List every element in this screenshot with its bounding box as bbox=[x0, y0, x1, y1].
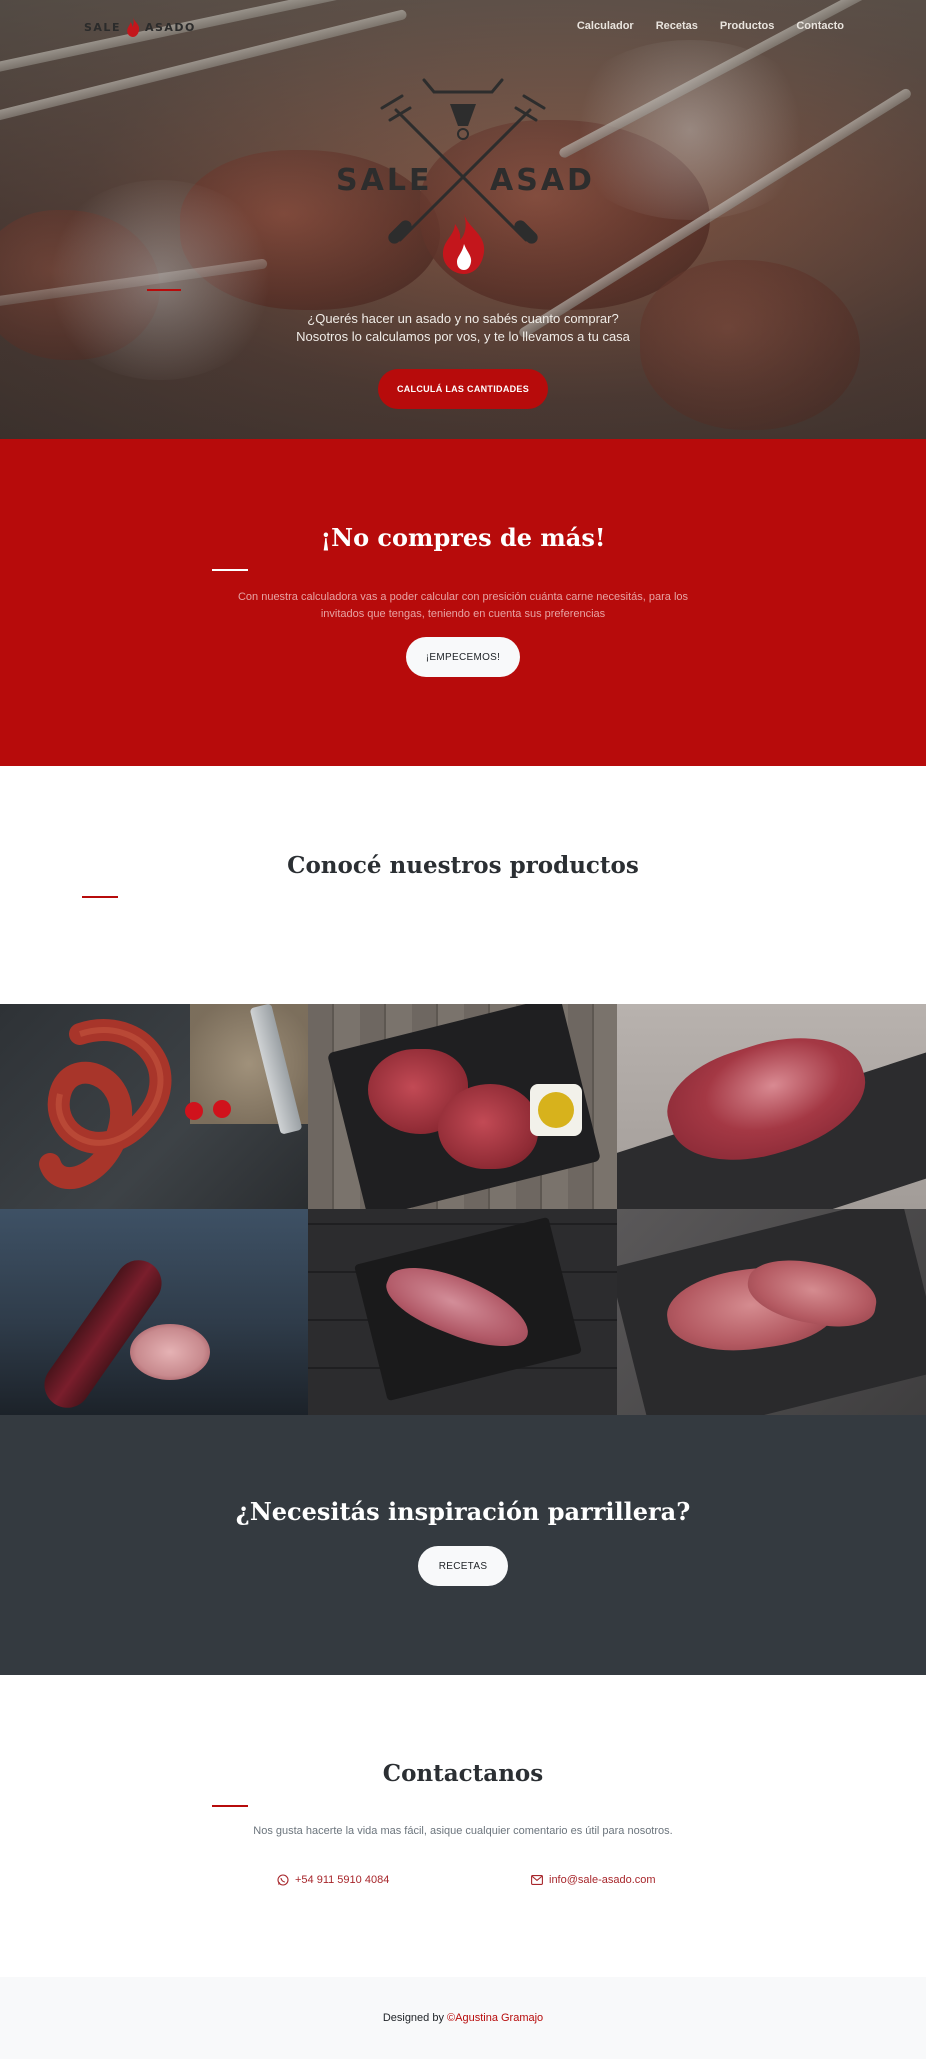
product-tile-chorizo[interactable] bbox=[0, 1004, 308, 1209]
product-tile-bife[interactable] bbox=[308, 1004, 617, 1209]
inspiration-section: ¿Necesitás inspiración parrillera? RECET… bbox=[0, 1415, 926, 1675]
section-divider bbox=[212, 1805, 248, 1807]
envelope-icon bbox=[531, 1875, 543, 1885]
product-tile-vacio[interactable] bbox=[617, 1209, 926, 1415]
chorizo-graphic bbox=[39, 1019, 172, 1190]
main-nav: Calculador Recetas Productos Contacto bbox=[577, 20, 844, 32]
section-divider bbox=[82, 896, 118, 898]
hero-line-1: ¿Querés hacer un asado y no sabés cuanto… bbox=[307, 311, 619, 326]
nav-link-recetas[interactable]: Recetas bbox=[656, 20, 698, 32]
footer-credit: Designed by ©Agustina Gramajo bbox=[0, 2012, 926, 2024]
logo-word-right: ASADO bbox=[490, 163, 596, 198]
nav-logo-right: ASADO bbox=[144, 20, 196, 34]
tomato-graphic bbox=[185, 1102, 203, 1120]
email-link[interactable]: info@sale-asado.com bbox=[531, 1874, 656, 1886]
calculator-text: Con nuestra calculadora vas a poder calc… bbox=[237, 591, 689, 620]
section-divider bbox=[212, 569, 248, 571]
products-section: Conocé nuestros productos bbox=[0, 766, 926, 1004]
phone-number: +54 911 5910 4084 bbox=[295, 1874, 390, 1886]
hero-line-2: Nosotros lo calculamos por vos, y te lo … bbox=[296, 329, 630, 344]
products-title: Conocé nuestros productos bbox=[287, 852, 639, 879]
nav-logo[interactable]: SALE ASADO bbox=[84, 16, 196, 38]
product-tile-asado[interactable] bbox=[617, 1004, 926, 1209]
product-tile-lomo[interactable] bbox=[308, 1209, 617, 1415]
inspiration-title: ¿Necesitás inspiración parrillera? bbox=[235, 1497, 691, 1526]
products-grid bbox=[0, 1004, 926, 1415]
author-link[interactable]: ©Agustina Gramajo bbox=[447, 2012, 543, 2024]
nav-link-contacto[interactable]: Contacto bbox=[796, 20, 844, 32]
hero-accent-dash bbox=[147, 289, 181, 291]
nav-logo-left: SALE bbox=[84, 20, 121, 34]
logo-word-left: SALE bbox=[336, 163, 432, 198]
footer-prefix: Designed by bbox=[382, 2012, 448, 2024]
calculator-section: ¡No compres de más! Con nuestra calculad… bbox=[0, 439, 926, 766]
calculate-button[interactable]: CALCULÁ LAS CANTIDADES bbox=[378, 369, 548, 409]
contact-title: Contactanos bbox=[382, 1760, 544, 1787]
whatsapp-icon bbox=[277, 1874, 289, 1886]
contact-text: Nos gusta hacerte la vida mas fácil, asi… bbox=[253, 1825, 673, 1837]
footer: Designed by ©Agustina Gramajo bbox=[0, 1977, 926, 2059]
steak-graphic bbox=[438, 1084, 538, 1169]
oil-dish-graphic bbox=[530, 1084, 582, 1136]
nav-link-calculador[interactable]: Calculador bbox=[577, 20, 634, 32]
contact-section: Contactanos Nos gusta hacerte la vida ma… bbox=[0, 1675, 926, 1977]
sausage-slice-graphic bbox=[130, 1324, 210, 1380]
calculator-title: ¡No compres de más! bbox=[320, 523, 606, 552]
product-tile-morcilla[interactable] bbox=[0, 1209, 308, 1415]
phone-link[interactable]: +54 911 5910 4084 bbox=[277, 1874, 389, 1886]
hero-section: SALE ASADO Calculador Recetas Productos … bbox=[0, 0, 926, 439]
tomato-graphic bbox=[213, 1100, 231, 1118]
email-address: info@sale-asado.com bbox=[549, 1874, 656, 1886]
start-button[interactable]: ¡EMPECEMOS! bbox=[406, 637, 520, 677]
flame-icon bbox=[127, 17, 140, 37]
nav-link-productos[interactable]: Productos bbox=[720, 20, 774, 32]
recipes-button[interactable]: RECETAS bbox=[418, 1546, 508, 1586]
sale-asado-logo: SALE ASADO bbox=[336, 78, 596, 274]
